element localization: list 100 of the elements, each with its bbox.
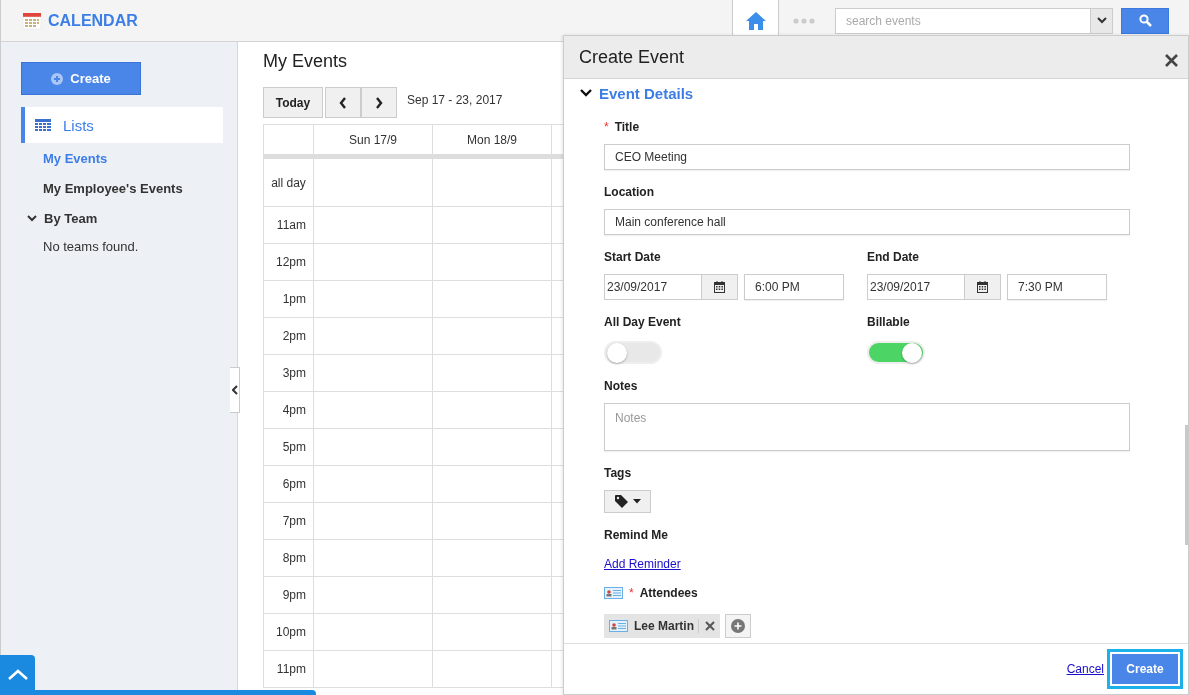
calendar-cell[interactable] bbox=[314, 429, 433, 466]
time-label: 4pm bbox=[264, 392, 314, 429]
sidebar-item[interactable]: My Employee's Events bbox=[21, 173, 223, 203]
tag-icon bbox=[614, 495, 629, 508]
title-input[interactable]: CEO Meeting bbox=[604, 144, 1130, 170]
time-label: 1pm bbox=[264, 281, 314, 318]
calendar-cell[interactable] bbox=[433, 614, 552, 651]
time-label: 12pm bbox=[264, 244, 314, 281]
calendar-cell[interactable] bbox=[314, 318, 433, 355]
create-button[interactable]: Create bbox=[21, 62, 141, 95]
date-picker-button[interactable] bbox=[701, 274, 738, 300]
calendar-cell[interactable] bbox=[314, 207, 433, 244]
attendee-name: Lee Martin bbox=[634, 619, 699, 633]
time-label: 10pm bbox=[264, 614, 314, 651]
grid-icon bbox=[35, 118, 51, 132]
time-label: 3pm bbox=[264, 355, 314, 392]
calendar-cell[interactable] bbox=[314, 577, 433, 614]
remove-icon[interactable] bbox=[705, 621, 715, 631]
required-mark: * bbox=[604, 120, 609, 134]
field-label: Tags bbox=[604, 466, 632, 480]
toggle-switch[interactable] bbox=[867, 341, 925, 364]
collapse-handle[interactable] bbox=[230, 367, 240, 413]
calendar-cell[interactable] bbox=[433, 540, 552, 577]
date-input[interactable]: 23/09/2017 bbox=[867, 274, 964, 300]
plus-circle-icon bbox=[731, 619, 745, 633]
home-icon bbox=[744, 10, 767, 31]
time-label: 11am bbox=[264, 207, 314, 244]
team-group-toggle[interactable]: By Team bbox=[21, 203, 223, 233]
calendar-icon bbox=[977, 281, 988, 293]
chevron-up-icon bbox=[6, 669, 29, 681]
search-button[interactable] bbox=[1121, 7, 1169, 34]
calendar-cell[interactable] bbox=[433, 318, 552, 355]
calendar-cell[interactable] bbox=[314, 540, 433, 577]
calendar-cell[interactable] bbox=[433, 577, 552, 614]
time-label: 8pm bbox=[264, 540, 314, 577]
today-button[interactable]: Today bbox=[263, 87, 323, 118]
create-event-button[interactable]: Create bbox=[1110, 652, 1180, 686]
calendar-cell[interactable] bbox=[314, 244, 433, 281]
contact-card-icon bbox=[604, 587, 623, 599]
cancel-link[interactable]: Cancel bbox=[1066, 662, 1104, 676]
scrollbar[interactable] bbox=[1185, 425, 1188, 545]
dropdown-toggle[interactable] bbox=[1090, 7, 1113, 34]
calendar-cell[interactable] bbox=[314, 651, 433, 688]
time-label: 6pm bbox=[264, 466, 314, 503]
calendar-cell[interactable] bbox=[433, 392, 552, 429]
time-label: 7pm bbox=[264, 503, 314, 540]
calendar-cell[interactable] bbox=[433, 651, 552, 688]
calendar-icon bbox=[714, 281, 725, 293]
field-label: Billable bbox=[867, 315, 910, 329]
scroll-to-top-button[interactable] bbox=[0, 655, 35, 695]
calendar-cell[interactable] bbox=[433, 503, 552, 540]
field-label: Remind Me bbox=[604, 528, 668, 542]
calendar-cell[interactable] bbox=[314, 281, 433, 318]
empty-message: No teams found. bbox=[42, 237, 140, 256]
previous-button[interactable] bbox=[325, 87, 361, 118]
required-mark: * bbox=[629, 586, 634, 600]
page-title: My Events bbox=[263, 51, 348, 73]
date-range: Sep 17 - 23, 2017 bbox=[407, 92, 503, 107]
field-label: End Date bbox=[867, 250, 919, 264]
add-reminder-link[interactable]: Add Reminder bbox=[604, 557, 681, 571]
field-label: Start Date bbox=[604, 250, 661, 264]
calendar-cell[interactable] bbox=[314, 503, 433, 540]
date-picker-button[interactable] bbox=[964, 274, 1001, 300]
calendar-cell[interactable] bbox=[433, 159, 552, 207]
calendar-cell[interactable] bbox=[433, 429, 552, 466]
date-input[interactable]: 23/09/2017 bbox=[604, 274, 701, 300]
time-input[interactable]: 7:30 PM bbox=[1007, 274, 1107, 300]
next-button[interactable] bbox=[361, 87, 397, 118]
calendar-cell[interactable] bbox=[433, 281, 552, 318]
plus-circle-icon bbox=[51, 72, 64, 85]
notes-input[interactable]: Notes bbox=[604, 403, 1130, 451]
calendar-cell[interactable] bbox=[433, 466, 552, 503]
calendar-cell[interactable] bbox=[314, 614, 433, 651]
field-label: Location bbox=[604, 185, 654, 199]
search-field[interactable]: search events bbox=[835, 7, 1090, 34]
calendar-icon bbox=[22, 11, 42, 30]
caret-icon bbox=[632, 499, 641, 504]
caret-icon bbox=[1096, 17, 1107, 24]
calendar-cell[interactable] bbox=[433, 355, 552, 392]
calendar-cell[interactable] bbox=[314, 355, 433, 392]
chevron-left-icon bbox=[231, 385, 238, 395]
calendar-cell[interactable] bbox=[314, 392, 433, 429]
calendar-cell[interactable] bbox=[314, 159, 433, 207]
close-icon[interactable] bbox=[1165, 53, 1178, 67]
field-label: Title bbox=[614, 120, 640, 134]
toggle-switch[interactable] bbox=[604, 341, 662, 364]
tags-dropdown[interactable] bbox=[604, 490, 651, 513]
lists-tab[interactable]: Lists bbox=[21, 107, 223, 143]
calendar-cell[interactable] bbox=[314, 466, 433, 503]
dialog-title: Create Event bbox=[579, 46, 685, 68]
calendar-cell[interactable] bbox=[433, 207, 552, 244]
section-toggle[interactable]: Event Details bbox=[580, 85, 1130, 101]
calendar-cell[interactable] bbox=[433, 244, 552, 281]
more-icon[interactable] bbox=[793, 17, 815, 24]
add-attendee-button[interactable] bbox=[725, 614, 751, 638]
search-icon bbox=[1138, 14, 1152, 27]
time-label: 5pm bbox=[264, 429, 314, 466]
time-label: 2pm bbox=[264, 318, 314, 355]
location-input[interactable]: Main conference hall bbox=[604, 209, 1130, 235]
time-input[interactable]: 6:00 PM bbox=[744, 274, 844, 300]
